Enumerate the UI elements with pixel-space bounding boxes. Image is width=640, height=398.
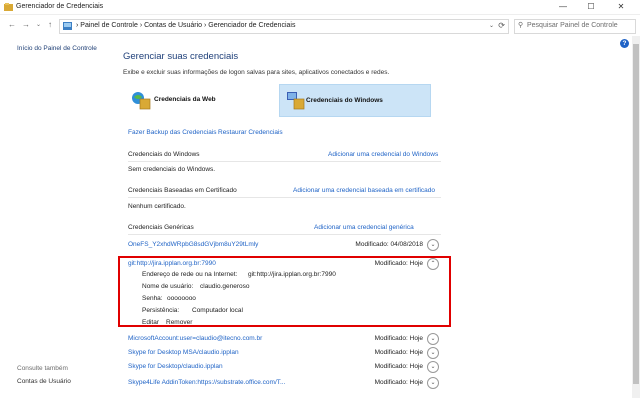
user-value: claudio.generoso: [200, 283, 250, 290]
credential-name: git:http://jira.ipplan.org.br:7990: [128, 260, 216, 267]
credential-modified: Modificado: 04/08/2018: [355, 241, 423, 248]
credential-manager-icon: [4, 3, 13, 11]
maximize-button[interactable]: ☐: [580, 0, 602, 14]
chevron-down-icon[interactable]: ⌄: [427, 361, 439, 373]
address-bar[interactable]: › Painel de Controle › Contas de Usuário…: [59, 19, 509, 34]
help-icon[interactable]: ?: [620, 39, 629, 48]
windows-credentials-icon: [287, 92, 305, 110]
chevron-down-icon[interactable]: ⌄: [427, 239, 439, 251]
expanded-credential: git:http://jira.ipplan.org.br:7990 Modif…: [118, 256, 451, 327]
credential-name: MicrosoftAccount:user=claudio@itecno.com…: [128, 335, 263, 342]
credential-row[interactable]: git:http://jira.ipplan.org.br:7990 Modif…: [128, 258, 441, 271]
page-description: Exibe e excluir suas informações de logo…: [123, 69, 390, 76]
credential-name: Skype for Desktop/claudio.ipplan: [128, 363, 223, 370]
tab-web-credentials[interactable]: Credenciais da Web: [128, 84, 268, 117]
add-windows-credential-link[interactable]: Adicionar uma credencial do Windows: [328, 151, 438, 158]
forward-arrow-icon[interactable]: →: [22, 20, 30, 29]
user-label: Nome de usuário:: [142, 283, 194, 290]
windows-credentials-empty: Sem credenciais do Windows.: [128, 166, 216, 173]
back-arrow-icon[interactable]: ←: [8, 20, 16, 29]
sidebar-user-accounts-link[interactable]: Contas de Usuário: [17, 378, 71, 385]
address-label: Endereço de rede ou na Internet:: [142, 271, 238, 278]
credential-row[interactable]: Skype for Desktop/claudio.ipplan Modific…: [128, 361, 441, 374]
credential-name: OneFS_Y2xhdWRpbG8sdGVjbm8uY29tLmly: [128, 241, 259, 248]
certificate-credentials-heading: Credenciais Baseadas em Certificado: [128, 187, 237, 194]
control-panel-icon: [63, 22, 72, 30]
chevron-down-icon[interactable]: ⌄: [427, 347, 439, 359]
password-label: Senha:: [142, 295, 163, 302]
credential-modified: Modificado: Hoje: [374, 335, 423, 342]
address-dropdown-icon[interactable]: ⌄: [489, 22, 494, 29]
persistence-value: Computador local: [192, 307, 243, 314]
credential-name: Skype for Desktop MSA/claudio.ipplan: [128, 349, 239, 356]
windows-credentials-heading: Credenciais do Windows: [128, 151, 200, 158]
credential-modified: Modificado: Hoje: [374, 260, 423, 267]
tab-windows-credentials[interactable]: Credenciais do Windows: [279, 84, 431, 117]
navigation-bar: ← → ⌄ ↑ › Painel de Controle › Contas de…: [0, 15, 640, 35]
restore-credentials-link[interactable]: Restaurar Credenciais: [218, 129, 283, 136]
credential-modified: Modificado: Hoje: [374, 363, 423, 370]
search-icon: ⚲: [518, 22, 524, 29]
sidebar-see-also: Consulte também: [17, 365, 68, 372]
divider: [128, 197, 441, 198]
generic-credentials-heading: Credenciais Genéricas: [128, 224, 194, 231]
credential-row[interactable]: Skype4Life AddinToken:https://substrate.…: [128, 377, 441, 390]
remove-link[interactable]: Remover: [166, 319, 192, 326]
tab-web-label: Credenciais da Web: [154, 96, 216, 103]
divider: [128, 234, 441, 235]
page-title: Gerenciar suas credenciais: [123, 51, 239, 62]
credential-row[interactable]: OneFS_Y2xhdWRpbG8sdGVjbm8uY29tLmly Modif…: [128, 239, 441, 252]
persistence-label: Persistência:: [142, 307, 180, 314]
password-value: oooooooo: [167, 295, 196, 302]
credential-modified: Modificado: Hoje: [374, 349, 423, 356]
backup-credentials-link[interactable]: Fazer Backup das Credenciais: [128, 129, 217, 136]
chevron-down-icon[interactable]: ⌄: [427, 333, 439, 345]
web-credentials-icon: [132, 92, 151, 110]
credential-modified: Modificado: Hoje: [374, 379, 423, 386]
chevron-down-icon[interactable]: ⌄: [427, 377, 439, 389]
up-arrow-icon[interactable]: ↑: [48, 20, 52, 29]
scrollbar-thumb[interactable]: [633, 44, 639, 384]
address-value: git:http://jira.ipplan.org.br:7990: [248, 271, 336, 278]
search-placeholder: Pesquisar Painel de Controle: [527, 22, 618, 29]
add-generic-credential-link[interactable]: Adicionar uma credencial genérica: [314, 224, 414, 231]
sidebar-home-link[interactable]: Início do Painel de Controle: [17, 45, 97, 52]
recent-dropdown-icon[interactable]: ⌄: [36, 21, 41, 28]
minimize-button[interactable]: —: [552, 0, 574, 14]
credential-row[interactable]: MicrosoftAccount:user=claudio@itecno.com…: [128, 333, 441, 346]
window-title: Gerenciador de Credenciais: [16, 3, 104, 10]
breadcrumb[interactable]: › Painel de Controle › Contas de Usuário…: [76, 22, 295, 29]
refresh-icon[interactable]: ⟳: [498, 21, 505, 30]
chevron-up-icon[interactable]: ⌃: [427, 258, 439, 270]
edit-link[interactable]: Editar: [142, 319, 159, 326]
certificate-credentials-empty: Nenhum certificado.: [128, 203, 186, 210]
credential-row[interactable]: Skype for Desktop MSA/claudio.ipplan Mod…: [128, 347, 441, 360]
divider: [128, 161, 441, 162]
search-input[interactable]: ⚲ Pesquisar Painel de Controle: [514, 19, 636, 34]
credential-name: Skype4Life AddinToken:https://substrate.…: [128, 379, 286, 386]
title-bar: Gerenciador de Credenciais — ☐ ✕: [0, 0, 640, 15]
tab-windows-label: Credenciais do Windows: [306, 97, 383, 104]
add-certificate-credential-link[interactable]: Adicionar uma credencial baseada em cert…: [293, 187, 435, 194]
close-button[interactable]: ✕: [610, 0, 632, 14]
